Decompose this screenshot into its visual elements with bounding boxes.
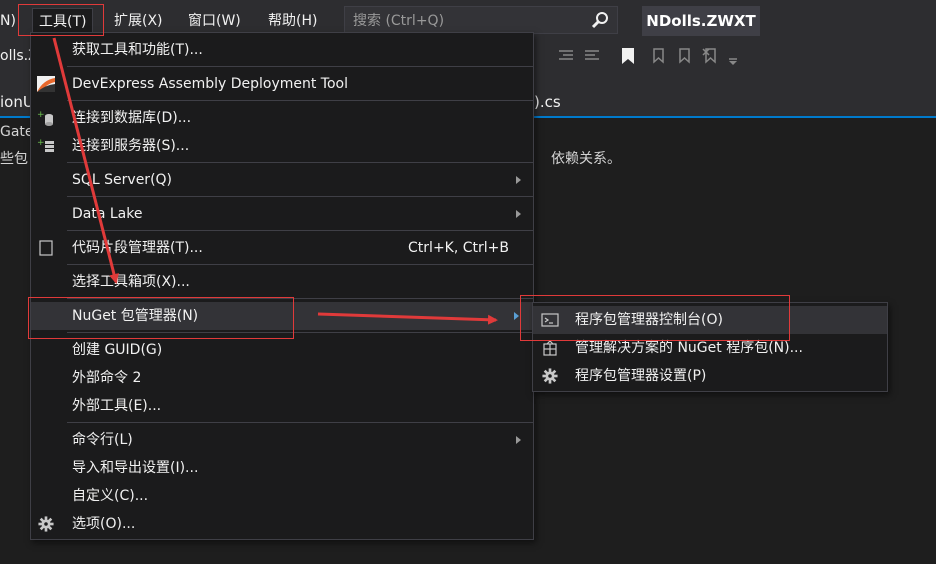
menu-separator bbox=[67, 230, 533, 231]
menu-item-label: DevExpress Assembly Deployment Tool bbox=[72, 76, 349, 92]
submenu-item-manage-nuget-packages[interactable]: 管理解决方案的 NuGet 程序包(N)... bbox=[533, 334, 887, 362]
nuget-submenu-arrow-icon bbox=[514, 312, 519, 320]
submenu-item-package-manager-console[interactable]: 程序包管理器控制台(O) bbox=[533, 306, 887, 334]
devexpress-logo-icon bbox=[37, 76, 55, 92]
tab-right-partial[interactable]: ).cs bbox=[534, 93, 561, 111]
menu-item-label: SQL Server(Q) bbox=[72, 172, 173, 188]
submenu-arrow-icon bbox=[516, 176, 521, 184]
console-icon bbox=[541, 313, 559, 327]
solution-title: NDolls.ZWXT bbox=[642, 6, 760, 36]
tools-menu: 获取工具和功能(T)... DevExpress Assembly Deploy… bbox=[30, 32, 534, 540]
menu-extensions[interactable]: 扩展(X) bbox=[114, 10, 163, 32]
doc-text-line1: Gate bbox=[0, 124, 34, 140]
menu-separator bbox=[67, 66, 533, 67]
menu-item-label: NuGet 包管理器(N) bbox=[72, 308, 199, 324]
align-right-icon[interactable] bbox=[582, 46, 602, 66]
submenu-item-label: 程序包管理器设置(P) bbox=[575, 368, 707, 384]
menu-item-external-command-2[interactable]: 外部命令 2 bbox=[31, 364, 533, 392]
clear-bookmarks-icon[interactable] bbox=[700, 46, 720, 66]
previous-bookmark-icon[interactable] bbox=[648, 46, 668, 66]
menu-item-label: Data Lake bbox=[72, 206, 143, 222]
menu-separator bbox=[67, 298, 533, 299]
menu-window[interactable]: 窗口(W) bbox=[188, 10, 241, 32]
toolbar-overflow-icon[interactable] bbox=[726, 46, 740, 66]
menu-item-label: 外部命令 2 bbox=[72, 370, 142, 386]
search-icon[interactable] bbox=[591, 11, 609, 29]
menu-item-label: 导入和导出设置(I)... bbox=[72, 460, 199, 476]
menu-item-get-tools[interactable]: 获取工具和功能(T)... bbox=[31, 36, 533, 64]
menu-item-customize[interactable]: 自定义(C)... bbox=[31, 482, 533, 510]
menu-tools[interactable]: 工具(T) bbox=[32, 8, 94, 35]
menu-separator bbox=[67, 422, 533, 423]
svg-text:+: + bbox=[37, 138, 45, 148]
menu-separator bbox=[67, 332, 533, 333]
search-box[interactable] bbox=[344, 6, 618, 34]
doc-text-line2-left: 些包 bbox=[0, 151, 28, 167]
gear-icon bbox=[542, 368, 558, 384]
menu-item-label: 命令行(L) bbox=[72, 432, 133, 448]
menu-item-choose-toolbox-items[interactable]: 选择工具箱项(X)... bbox=[31, 268, 533, 296]
menu-item-label: 选择工具箱项(X)... bbox=[72, 274, 190, 290]
submenu-item-label: 程序包管理器控制台(O) bbox=[575, 312, 723, 328]
doc-text-line2-right: 依赖关系。 bbox=[551, 151, 621, 167]
menu-help[interactable]: 帮助(H) bbox=[268, 10, 317, 32]
align-left-icon[interactable] bbox=[556, 46, 576, 66]
search-input[interactable] bbox=[351, 10, 585, 32]
submenu-item-package-manager-settings[interactable]: 程序包管理器设置(P) bbox=[533, 362, 887, 390]
menu-item-connect-database[interactable]: + 连接到数据库(D)... bbox=[31, 104, 533, 132]
menu-item-code-snippets-manager[interactable]: 代码片段管理器(T)... Ctrl+K, Ctrl+B bbox=[31, 234, 533, 262]
database-connect-icon: + bbox=[37, 110, 53, 126]
menu-item-label: 创建 GUID(G) bbox=[72, 342, 163, 358]
server-connect-icon: + bbox=[37, 138, 54, 152]
submenu-arrow-icon bbox=[516, 210, 521, 218]
menu-item-devexpress[interactable]: DevExpress Assembly Deployment Tool bbox=[31, 70, 533, 98]
menu-item-label: 获取工具和功能(T)... bbox=[72, 42, 203, 58]
menu-separator bbox=[67, 162, 533, 163]
menu-item-label: 选项(O)... bbox=[72, 516, 136, 532]
menu-view-partial[interactable]: N) bbox=[0, 10, 16, 32]
menu-item-shortcut: Ctrl+K, Ctrl+B bbox=[408, 240, 509, 256]
menu-item-command-line[interactable]: 命令行(L) bbox=[31, 426, 533, 454]
submenu-arrow-icon bbox=[516, 436, 521, 444]
package-icon bbox=[543, 340, 557, 356]
menu-item-external-tools[interactable]: 外部工具(E)... bbox=[31, 392, 533, 420]
next-bookmark-icon[interactable] bbox=[674, 46, 694, 66]
snippet-icon bbox=[39, 240, 53, 256]
menu-item-nuget-package-manager[interactable]: NuGet 包管理器(N) bbox=[31, 302, 533, 330]
menu-item-sql-server[interactable]: SQL Server(Q) bbox=[31, 166, 533, 194]
nuget-submenu: 程序包管理器控制台(O) 管理解决方案的 NuGet 程序包(N)... 程序包… bbox=[532, 302, 888, 392]
menu-separator bbox=[67, 196, 533, 197]
menu-item-data-lake[interactable]: Data Lake bbox=[31, 200, 533, 228]
menu-item-create-guid[interactable]: 创建 GUID(G) bbox=[31, 336, 533, 364]
menu-item-label: 外部工具(E)... bbox=[72, 398, 162, 414]
gear-icon bbox=[38, 516, 54, 532]
menu-item-label: 连接到数据库(D)... bbox=[72, 110, 192, 126]
submenu-item-label: 管理解决方案的 NuGet 程序包(N)... bbox=[575, 340, 803, 356]
menu-item-connect-server[interactable]: + 连接到服务器(S)... bbox=[31, 132, 533, 160]
menu-item-label: 连接到服务器(S)... bbox=[72, 138, 190, 154]
tab-left-partial[interactable]: ionU bbox=[0, 93, 34, 111]
menu-item-options[interactable]: 选项(O)... bbox=[31, 510, 533, 538]
menu-item-label: 代码片段管理器(T)... bbox=[72, 240, 203, 256]
menu-separator bbox=[67, 264, 533, 265]
svg-text:+: + bbox=[37, 110, 45, 120]
menu-item-label: 自定义(C)... bbox=[72, 488, 149, 504]
menu-item-import-export-settings[interactable]: 导入和导出设置(I)... bbox=[31, 454, 533, 482]
bookmark-icon[interactable] bbox=[618, 46, 638, 66]
menu-separator bbox=[67, 100, 533, 101]
